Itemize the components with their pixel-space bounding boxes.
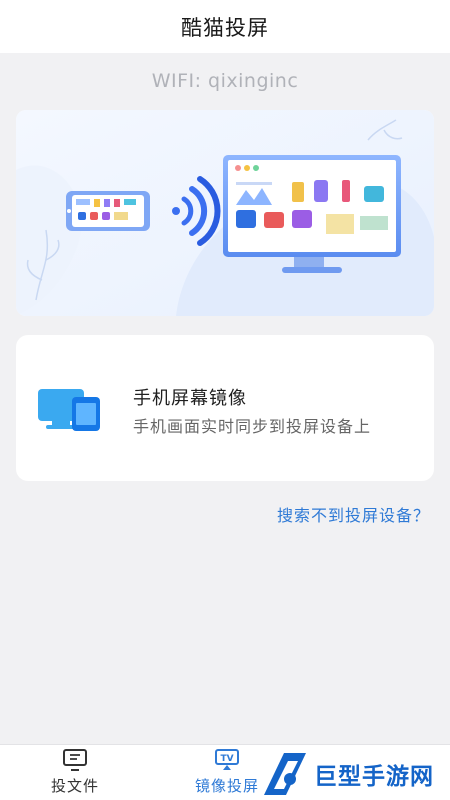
page-title: 酷猫投屏 (181, 15, 269, 40)
illustration-svg (16, 110, 434, 316)
watermark: 巨型手游网 (258, 748, 450, 800)
screen-mirror-icon (38, 389, 100, 431)
screen-mirror-card[interactable]: 手机屏幕镜像 手机画面实时同步到投屏设备上 (16, 335, 434, 481)
mirroring-illustration (16, 110, 434, 316)
cannot-find-device-link[interactable]: 搜索不到投屏设备？ (277, 502, 430, 526)
nav-tab-label: 投文件 (50, 777, 99, 795)
phone-graphic (66, 191, 150, 231)
wifi-label: WIFI: qixinginc (151, 70, 299, 92)
nav-tab-label: 镜像投屏 (194, 777, 259, 795)
svg-text:TV: TV (220, 754, 233, 764)
watermark-logo-icon (264, 753, 306, 795)
title-bar: 酷猫投屏 (0, 0, 450, 53)
nav-tab-cast-file[interactable]: 投文件 (20, 745, 130, 800)
tv-mirror-icon: TV (215, 749, 239, 770)
feature-title: 手机屏幕镜像 (133, 388, 247, 409)
watermark-text: 巨型手游网 (314, 764, 434, 790)
cast-file-icon (63, 749, 87, 771)
monitor-graphic (223, 155, 401, 273)
feature-description: 手机画面实时同步到投屏设备上 (133, 417, 372, 436)
